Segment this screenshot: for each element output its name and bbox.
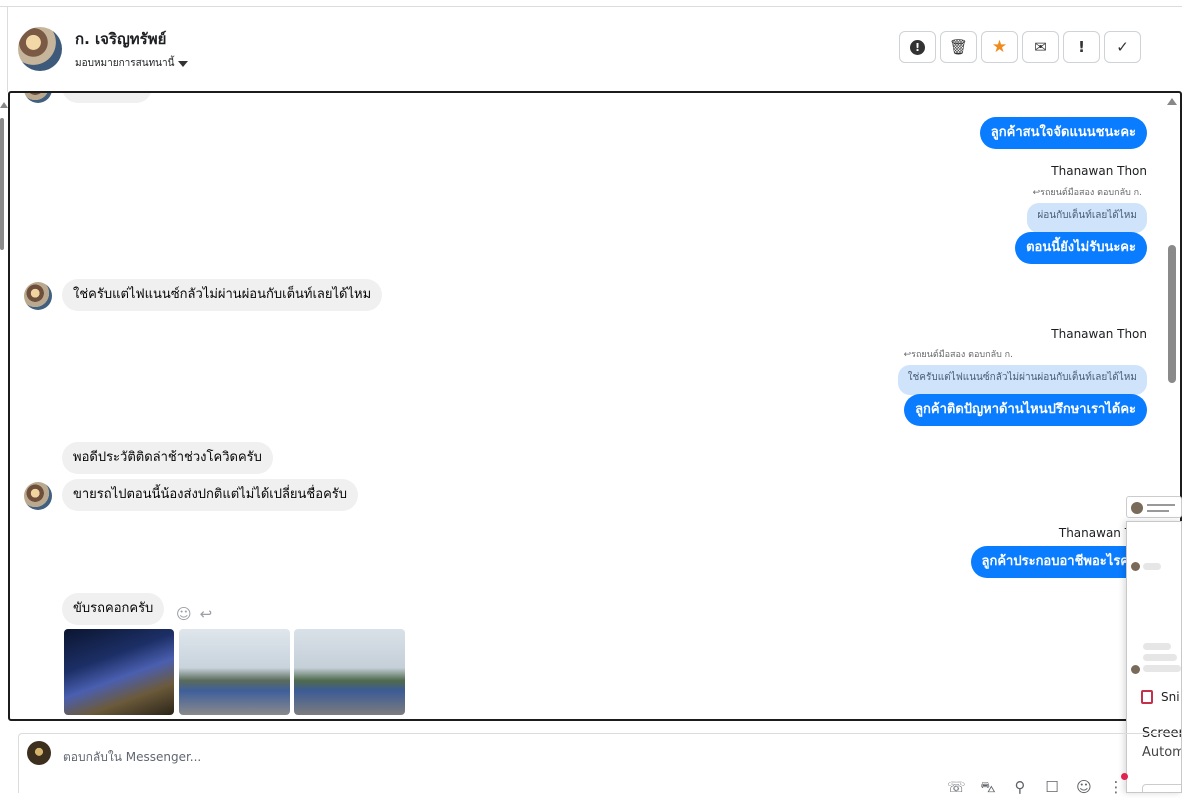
reply-icon[interactable]: ↩ xyxy=(200,605,213,623)
saved-reply-icon[interactable]: ☐ xyxy=(1043,778,1061,798)
emoji-icon[interactable]: ☺ xyxy=(1075,778,1093,798)
contact-avatar-small[interactable] xyxy=(24,482,52,510)
contact-name[interactable]: ก. เจริญทรัพย์ xyxy=(75,27,166,51)
mark-unread-button[interactable]: ✉ xyxy=(1022,31,1059,63)
alert-circle-icon: ! xyxy=(910,39,925,55)
reply-context: ↩รถยนต์มือสอง ตอบกลับ ก. xyxy=(903,350,1013,360)
sender-name: Thanawan Thon xyxy=(1051,164,1147,178)
reply-input[interactable]: ตอบกลับใน Messenger... xyxy=(63,748,201,767)
snipping-tool-item[interactable]: Sni xyxy=(1141,690,1180,704)
message-bubble-outgoing: ตอนนี้ยังไม่รับนะคะ xyxy=(1015,232,1147,264)
message-bubble-incoming: ใช่ครับแต่ไฟแนนซ์กลัวไม่ผ่านผ่อนกับเต็นท… xyxy=(62,279,383,311)
photo-attachment[interactable] xyxy=(179,629,290,715)
contact-avatar-small xyxy=(24,93,52,103)
star-icon: ★ xyxy=(991,36,1008,57)
page-scrollbar[interactable] xyxy=(0,118,4,250)
phone-add-icon[interactable]: ☏ xyxy=(947,778,966,798)
sender-name: Thanawan Thon xyxy=(1051,327,1147,341)
shopping-bag-icon[interactable]: ⛍ xyxy=(979,778,997,798)
delete-button[interactable]: 🗑 xyxy=(940,31,977,63)
composer-toolbar: ☏ ⛍ ⚲ ☐ ☺ ⋮ xyxy=(947,778,1125,798)
exclamation-icon: ! xyxy=(1078,37,1085,56)
message-bubble-incoming: ขายรถไปตอนนี้น้องส่งปกติแต่ไม่ได้เปลี่ยน… xyxy=(62,479,358,511)
message-bubble-outgoing: ลูกค้าสนใจจัดแนนชนะคะ xyxy=(979,117,1147,149)
message-bubble-incoming: พอดีประวัติติดล่าช้าช่วงโควิดครับ xyxy=(62,442,273,474)
quoted-message[interactable]: ผ่อนกับเต็นท์เลยได้ไหม xyxy=(1027,203,1147,233)
header-actions: ! 🗑 ★ ✉ ! ✓ xyxy=(899,31,1141,63)
scroll-up-arrow[interactable] xyxy=(1167,98,1177,105)
reply-composer: ตอบกลับใน Messenger... ☏ ⛍ ⚲ ☐ ☺ ⋮ xyxy=(18,733,1182,796)
message-bubble-outgoing: ลูกค้าประกอบอาชีพอะไรคะ xyxy=(970,546,1147,578)
assign-conversation-dropdown[interactable]: มอบหมายการสนทนานี้ xyxy=(75,56,189,71)
photo-attachment[interactable] xyxy=(294,629,405,715)
message-thread[interactable]: ลูกค้าสนใจจัดแนนชนะคะ Thanawan Thon ↩รถย… xyxy=(8,91,1182,721)
conversation-header: ก. เจริญทรัพย์ มอบหมายการสนทนานี้ ! 🗑 ★ … xyxy=(0,7,1182,91)
caret-down-icon xyxy=(178,60,189,67)
follow-up-button[interactable]: ! xyxy=(1063,31,1100,63)
mini-preview-window[interactable] xyxy=(1126,496,1182,518)
message-actions: ☺ ↩ xyxy=(176,605,212,623)
assign-label: มอบหมายการสนทนานี้ xyxy=(75,58,175,69)
done-button[interactable]: ✓ xyxy=(1104,31,1141,63)
paperclip-icon[interactable]: ⚲ xyxy=(1011,778,1029,798)
page-scroll-up-arrow[interactable] xyxy=(0,102,8,108)
envelope-icon: ✉ xyxy=(1034,37,1047,56)
message-bubble-outgoing: ลูกค้าติดปัญหาด้านไหนปรึกษาเราได้คะ xyxy=(904,394,1147,426)
reply-arrow-icon: ↩ xyxy=(1032,188,1041,198)
avatar xyxy=(1131,665,1140,674)
more-icon[interactable]: ⋮ xyxy=(1107,778,1125,798)
reply-arrow-icon: ↩ xyxy=(903,350,912,360)
thread-scrollbar-thumb[interactable] xyxy=(1168,245,1176,383)
avatar xyxy=(1131,502,1143,514)
contact-avatar-small[interactable] xyxy=(24,282,52,310)
reply-context: ↩รถยนต์มือสอง ตอบกลับ ก. xyxy=(1032,188,1142,198)
contact-avatar[interactable] xyxy=(18,27,62,71)
message-bubble-incoming xyxy=(62,93,152,103)
avatar xyxy=(1131,562,1140,571)
quoted-message[interactable]: ใช่ครับแต่ไฟแนนซ์กลัวไม่ผ่านผ่อนกับเต็นท… xyxy=(897,365,1147,395)
snipping-tool-icon xyxy=(1141,690,1153,704)
emoji-react-icon[interactable]: ☺ xyxy=(176,605,192,623)
photo-attachment[interactable] xyxy=(64,629,174,715)
star-button[interactable]: ★ xyxy=(981,31,1018,63)
notification-dot xyxy=(1121,773,1128,780)
message-bubble-incoming: ขับรถคอกครับ xyxy=(62,593,165,625)
trash-icon: 🗑 xyxy=(948,37,969,56)
spam-button[interactable]: ! xyxy=(899,31,936,63)
check-icon: ✓ xyxy=(1116,37,1129,56)
page-avatar xyxy=(27,741,51,765)
